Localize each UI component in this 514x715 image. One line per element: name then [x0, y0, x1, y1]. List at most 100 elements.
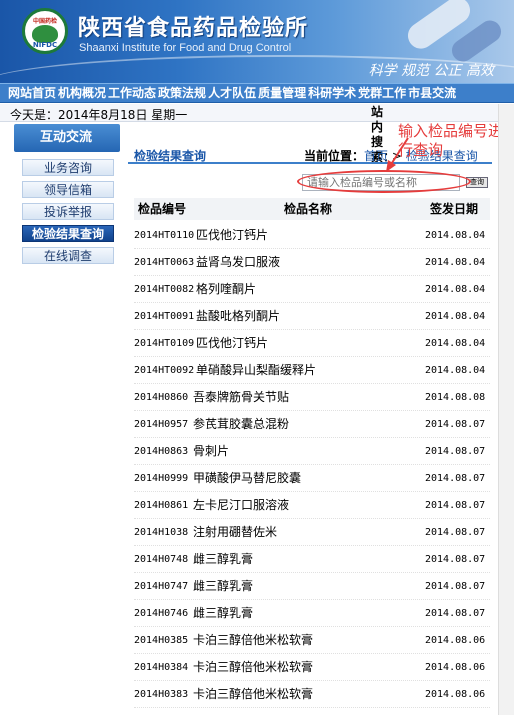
sidebar-item-complaint[interactable]: 投诉举报 [22, 203, 114, 220]
logo-subtext: NIFDC [32, 41, 58, 49]
result-code: 2014HT0063 [134, 257, 195, 268]
result-code: 2014H0861 [134, 500, 189, 511]
result-code: 2014H1038 [134, 527, 189, 538]
result-date: 2014.08.06 [425, 662, 486, 673]
main-nav: 网站首页 机构概况 工作动态 政策法规 人才队伍 质量管理 科研学术 党群工作 市县交流 [0, 83, 514, 103]
result-name-link[interactable]: 注射用硼替佐米 [193, 519, 277, 546]
table-row[interactable]: 2014H0957 参芪茸胶囊总混粉 2014.08.07 [134, 411, 490, 438]
table-row[interactable]: 2014H0746 雌三醇乳膏 2014.08.07 [134, 600, 490, 627]
result-code: 2014HT0110 [134, 230, 195, 241]
sidebar-item-results[interactable]: 检验结果查询 [22, 225, 114, 242]
table-row[interactable]: 2014HT0091 盐酸吡格列酮片 2014.08.04 [134, 303, 490, 330]
nav-item-staff[interactable]: 人才队伍 [207, 84, 257, 102]
result-code: 2014H0747 [134, 581, 189, 592]
result-date: 2014.08.07 [425, 527, 486, 538]
site-title: 陕西省食品药品检验所 [78, 15, 309, 41]
site-logo[interactable]: 中国药检 NIFDC [22, 8, 68, 54]
nav-item-news[interactable]: 工作动态 [107, 84, 157, 102]
result-date: 2014.08.07 [425, 419, 486, 430]
result-date: 2014.08.07 [425, 500, 486, 511]
result-date: 2014.08.07 [425, 446, 486, 457]
sidebar-item-consult[interactable]: 业务咨询 [22, 159, 114, 176]
result-name-link[interactable]: 左卡尼汀口服溶液 [193, 492, 289, 519]
result-date: 2014.08.07 [425, 554, 486, 565]
result-code: 2014H0383 [134, 689, 189, 700]
result-name-link[interactable]: 匹伐他汀钙片 [196, 222, 268, 249]
result-name-link[interactable]: 骨刺片 [193, 438, 229, 465]
result-code: 2014H0384 [134, 662, 189, 673]
nav-item-exchange[interactable]: 市县交流 [407, 84, 457, 102]
result-name-link[interactable]: 卡泊三醇倍他米松软膏 [193, 654, 313, 681]
table-row[interactable]: 2014HT0092 单硝酸异山梨酯缓释片 2014.08.04 [134, 357, 490, 384]
logo-text: 中国药检 [32, 18, 57, 25]
result-name-link[interactable]: 甲磺酸伊马替尼胶囊 [193, 465, 301, 492]
date-bar: 今天是：2014年8月18日 星期一 站内搜索： [0, 104, 514, 164]
result-name-link[interactable]: 卡泊三醇倍他米松软膏 [193, 681, 313, 708]
result-name-link[interactable]: 卡泊三醇倍他米松软膏 [193, 627, 313, 654]
column-header-date: 签发日期 [430, 202, 479, 216]
result-date: 2014.08.08 [425, 392, 486, 403]
table-row[interactable]: 2014H0383 卡泊三醇倍他米松软膏 2014.08.06 [134, 681, 490, 708]
table-row[interactable]: 2014H0999 甲磺酸伊马替尼胶囊 2014.08.07 [134, 465, 490, 492]
sidebar-item-survey[interactable]: 在线调查 [22, 247, 114, 264]
scrollbar[interactable] [498, 104, 514, 715]
result-date: 2014.08.06 [425, 689, 486, 700]
result-code: 2014HT0091 [134, 311, 195, 322]
result-name-link[interactable]: 格列喹酮片 [196, 276, 256, 303]
main-content: 检验结果查询 当前位置：首页 > 检验结果查询 查询 检品编号 检品名称 签发日… [128, 124, 494, 715]
nav-item-policy[interactable]: 政策法规 [157, 84, 207, 102]
result-code: 2014H0863 [134, 446, 189, 457]
site-slogan: 科学 规范 公正 高效 [368, 63, 494, 79]
result-name-link[interactable]: 参芪茸胶囊总混粉 [193, 411, 289, 438]
results-table: 2014HT0110 匹伐他汀钙片 2014.08.04 2014HT0063 益肾乌发… [134, 222, 490, 708]
column-header-code: 检品编号 [138, 202, 187, 216]
nav-item-home[interactable]: 网站首页 [0, 84, 57, 102]
result-date: 2014.08.04 [425, 338, 486, 349]
result-code: 2014HT0082 [134, 284, 195, 295]
table-row[interactable]: 2014H0863 骨刺片 2014.08.07 [134, 438, 490, 465]
annotation-arrow-icon [386, 137, 409, 172]
result-code: 2014H0746 [134, 608, 189, 619]
nav-item-research[interactable]: 科研学术 [307, 84, 357, 102]
table-row[interactable]: 2014H1038 注射用硼替佐米 2014.08.07 [134, 519, 490, 546]
table-row[interactable]: 2014H0384 卡泊三醇倍他米松软膏 2014.08.06 [134, 654, 490, 681]
nav-item-party[interactable]: 党群工作 [357, 84, 407, 102]
result-date: 2014.08.04 [425, 230, 486, 241]
result-name-link[interactable]: 吾泰牌筋骨关节贴 [193, 384, 289, 411]
result-name-link[interactable]: 雌三醇乳膏 [193, 546, 253, 573]
column-header-name: 检品名称 [284, 202, 333, 216]
result-name-link[interactable]: 匹伐他汀钙片 [196, 330, 268, 357]
table-row[interactable]: 2014H0747 雌三醇乳膏 2014.08.07 [134, 573, 490, 600]
result-date: 2014.08.04 [425, 257, 486, 268]
current-date: 今天是：2014年8月18日 星期一 [10, 108, 188, 122]
breadcrumb-label: 当前位置： [304, 149, 365, 163]
result-date: 2014.08.04 [425, 365, 486, 376]
annotation-ellipse [297, 170, 471, 193]
result-name-link[interactable]: 盐酸吡格列酮片 [196, 303, 280, 330]
sidebar-menu: 业务咨询 领导信箱 投诉举报 检验结果查询 在线调查 [22, 159, 114, 269]
table-row[interactable]: 2014H0748 雌三醇乳膏 2014.08.07 [134, 546, 490, 573]
result-date: 2014.08.04 [425, 284, 486, 295]
result-code: 2014H0999 [134, 473, 189, 484]
table-row[interactable]: 2014HT0109 匹伐他汀钙片 2014.08.04 [134, 330, 490, 357]
table-row[interactable]: 2014HT0110 匹伐他汀钙片 2014.08.04 [134, 222, 490, 249]
table-row[interactable]: 2014H0860 吾泰牌筋骨关节贴 2014.08.08 [134, 384, 490, 411]
section-title: 检验结果查询 [134, 149, 207, 163]
result-name-link[interactable]: 雌三醇乳膏 [193, 573, 253, 600]
sidebar-heading: 互动交流 [14, 124, 120, 152]
result-date: 2014.08.07 [425, 473, 486, 484]
result-code: 2014HT0092 [134, 365, 195, 376]
result-date: 2014.08.06 [425, 635, 486, 646]
site-banner: 中国药检 NIFDC 陕西省食品药品检验所 Shaanxi Institute … [0, 0, 514, 83]
table-row[interactable]: 2014H0861 左卡尼汀口服溶液 2014.08.07 [134, 492, 490, 519]
table-row[interactable]: 2014H0385 卡泊三醇倍他米松软膏 2014.08.06 [134, 627, 490, 654]
result-name-link[interactable]: 单硝酸异山梨酯缓释片 [196, 357, 316, 384]
result-name-link[interactable]: 益肾乌发口服液 [196, 249, 280, 276]
nav-item-about[interactable]: 机构概况 [57, 84, 107, 102]
table-row[interactable]: 2014HT0063 益肾乌发口服液 2014.08.04 [134, 249, 490, 276]
result-name-link[interactable]: 雌三醇乳膏 [193, 600, 253, 627]
site-title-english: Shaanxi Institute for Food and Drug Cont… [79, 42, 292, 54]
nav-item-quality[interactable]: 质量管理 [257, 84, 307, 102]
sidebar-item-mailbox[interactable]: 领导信箱 [22, 181, 114, 198]
table-row[interactable]: 2014HT0082 格列喹酮片 2014.08.04 [134, 276, 490, 303]
